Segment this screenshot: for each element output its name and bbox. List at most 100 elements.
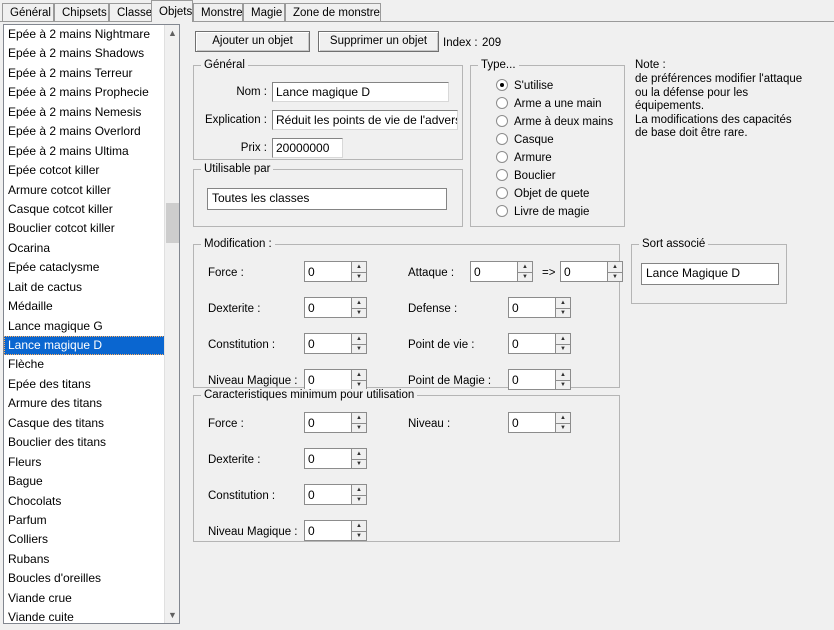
radio-casque[interactable]: Casque xyxy=(496,133,554,147)
min-niveau-input[interactable]: 0 xyxy=(508,412,555,433)
list-item[interactable]: Epée des titans xyxy=(4,375,165,394)
mod-dexterite-spin-buttons[interactable]: ▲ ▼ xyxy=(351,297,367,318)
list-item[interactable]: Fleurs xyxy=(4,453,165,472)
list-item[interactable]: Epée à 2 mains Ultima xyxy=(4,142,165,161)
min-niveau-magique-input[interactable]: 0 xyxy=(304,520,351,541)
spin-up-icon[interactable]: ▲ xyxy=(555,297,571,308)
list-item[interactable]: Bague xyxy=(4,472,165,491)
min-constitution-spin-buttons[interactable]: ▲ ▼ xyxy=(351,484,367,505)
spin-down-icon[interactable]: ▼ xyxy=(607,272,623,283)
min-constitution-stepper[interactable]: 0 ▲ ▼ xyxy=(304,484,367,505)
list-item[interactable]: Epée cotcot killer xyxy=(4,161,165,180)
list-item[interactable]: Epée à 2 mains Overlord xyxy=(4,122,165,141)
spin-down-icon[interactable]: ▼ xyxy=(555,423,571,434)
spell-combo[interactable]: Lance Magique D xyxy=(641,263,779,285)
list-item[interactable]: Rubans xyxy=(4,550,165,569)
list-item[interactable]: Bouclier cotcot killer xyxy=(4,219,165,238)
mod-niveau-magique-stepper[interactable]: 0 ▲ ▼ xyxy=(304,369,367,390)
mod-constitution-spin-buttons[interactable]: ▲ ▼ xyxy=(351,333,367,354)
usable-by-combo[interactable]: Toutes les classes xyxy=(207,188,447,210)
list-item[interactable]: Lance magique G xyxy=(4,317,165,336)
min-force-input[interactable]: 0 xyxy=(304,412,351,433)
mod-constitution-input[interactable]: 0 xyxy=(304,333,351,354)
list-item[interactable]: Parfum xyxy=(4,511,165,530)
tab-objets[interactable]: Objets xyxy=(151,0,193,22)
mod-dexterite-stepper[interactable]: 0 ▲ ▼ xyxy=(304,297,367,318)
radio-bouclier[interactable]: Bouclier xyxy=(496,169,556,183)
spin-up-icon[interactable]: ▲ xyxy=(607,261,623,272)
mod-point-de-vie-stepper[interactable]: 0 ▲ ▼ xyxy=(508,333,571,354)
scroll-down-arrow-icon[interactable]: ▼ xyxy=(165,607,180,623)
tab-magie[interactable]: Magie xyxy=(243,3,285,21)
radio-arme-une-main[interactable]: Arme a une main xyxy=(496,97,602,111)
min-dexterite-spin-buttons[interactable]: ▲ ▼ xyxy=(351,448,367,469)
list-item[interactable]: Chocolats xyxy=(4,492,165,511)
list-item[interactable]: Armure des titans xyxy=(4,394,165,413)
list-item[interactable]: Epée cataclysme xyxy=(4,258,165,277)
tab-zone-de-monstre[interactable]: Zone de monstre xyxy=(285,3,381,21)
spin-down-icon[interactable]: ▼ xyxy=(517,272,533,283)
list-item[interactable]: Casque des titans xyxy=(4,414,165,433)
spin-up-icon[interactable]: ▲ xyxy=(351,333,367,344)
spin-down-icon[interactable]: ▼ xyxy=(351,308,367,319)
mod-point-de-magie-stepper[interactable]: 0 ▲ ▼ xyxy=(508,369,571,390)
list-item[interactable]: Flèche xyxy=(4,355,165,374)
mod-force-stepper[interactable]: 0 ▲ ▼ xyxy=(304,261,367,282)
mod-defense-spin-buttons[interactable]: ▲ ▼ xyxy=(555,297,571,318)
min-niveau-stepper[interactable]: 0 ▲ ▼ xyxy=(508,412,571,433)
name-input[interactable]: Lance magique D xyxy=(272,82,449,102)
mod-attaque-result-spin-buttons[interactable]: ▲ ▼ xyxy=(607,261,623,282)
min-dexterite-input[interactable]: 0 xyxy=(304,448,351,469)
mod-attaque-input[interactable]: 0 xyxy=(470,261,517,282)
spin-up-icon[interactable]: ▲ xyxy=(351,369,367,380)
spin-down-icon[interactable]: ▼ xyxy=(351,459,367,470)
spin-down-icon[interactable]: ▼ xyxy=(351,423,367,434)
add-object-button[interactable]: Ajouter un objet xyxy=(195,31,310,52)
radio-livre-de-magie[interactable]: Livre de magie xyxy=(496,205,589,219)
mod-point-de-vie-spin-buttons[interactable]: ▲ ▼ xyxy=(555,333,571,354)
list-item[interactable]: Ocarina xyxy=(4,239,165,258)
mod-force-input[interactable]: 0 xyxy=(304,261,351,282)
list-item[interactable]: Epée à 2 mains Terreur xyxy=(4,64,165,83)
min-niveau-magique-stepper[interactable]: 0 ▲ ▼ xyxy=(304,520,367,541)
min-force-spin-buttons[interactable]: ▲ ▼ xyxy=(351,412,367,433)
list-item[interactable]: Casque cotcot killer xyxy=(4,200,165,219)
list-item[interactable]: Colliers xyxy=(4,530,165,549)
min-niveau-magique-spin-buttons[interactable]: ▲ ▼ xyxy=(351,520,367,541)
spin-up-icon[interactable]: ▲ xyxy=(351,261,367,272)
spin-down-icon[interactable]: ▼ xyxy=(555,344,571,355)
mod-defense-input[interactable]: 0 xyxy=(508,297,555,318)
spin-up-icon[interactable]: ▲ xyxy=(351,484,367,495)
list-item[interactable]: Armure cotcot killer xyxy=(4,181,165,200)
list-item[interactable]: Lance magique D xyxy=(4,336,165,355)
tab-chipsets[interactable]: Chipsets xyxy=(54,3,109,21)
spin-up-icon[interactable]: ▲ xyxy=(351,297,367,308)
tab-monstre[interactable]: Monstre xyxy=(193,3,243,21)
spin-down-icon[interactable]: ▼ xyxy=(351,531,367,542)
tab-classe[interactable]: Classe xyxy=(109,3,156,21)
mod-force-spin-buttons[interactable]: ▲ ▼ xyxy=(351,261,367,282)
mod-attaque-spin-buttons[interactable]: ▲ ▼ xyxy=(517,261,533,282)
delete-object-button[interactable]: Supprimer un objet xyxy=(318,31,439,52)
spin-down-icon[interactable]: ▼ xyxy=(351,495,367,506)
radio-objet-de-quete[interactable]: Objet de quete xyxy=(496,187,589,201)
spin-down-icon[interactable]: ▼ xyxy=(351,272,367,283)
mod-dexterite-input[interactable]: 0 xyxy=(304,297,351,318)
min-force-stepper[interactable]: 0 ▲ ▼ xyxy=(304,412,367,433)
list-item[interactable]: Viande crue xyxy=(4,589,165,608)
spin-up-icon[interactable]: ▲ xyxy=(555,333,571,344)
mod-point-de-vie-input[interactable]: 0 xyxy=(508,333,555,354)
list-item[interactable]: Boucles d'oreilles xyxy=(4,569,165,588)
mod-attaque-result-stepper[interactable]: 0 ▲ ▼ xyxy=(560,261,623,282)
min-niveau-spin-buttons[interactable]: ▲ ▼ xyxy=(555,412,571,433)
radio-sutilise[interactable]: S'utilise xyxy=(496,79,553,93)
spin-up-icon[interactable]: ▲ xyxy=(351,412,367,423)
radio-arme-deux-mains[interactable]: Arme à deux mains xyxy=(496,115,613,129)
spin-up-icon[interactable]: ▲ xyxy=(517,261,533,272)
list-item[interactable]: Epée à 2 mains Prophecie xyxy=(4,83,165,102)
object-list[interactable]: Epée à 2 mains NightmareEpée à 2 mains S… xyxy=(3,24,180,624)
mod-constitution-stepper[interactable]: 0 ▲ ▼ xyxy=(304,333,367,354)
mod-defense-stepper[interactable]: 0 ▲ ▼ xyxy=(508,297,571,318)
list-item[interactable]: Epée à 2 mains Shadows xyxy=(4,44,165,63)
mod-point-de-magie-input[interactable]: 0 xyxy=(508,369,555,390)
